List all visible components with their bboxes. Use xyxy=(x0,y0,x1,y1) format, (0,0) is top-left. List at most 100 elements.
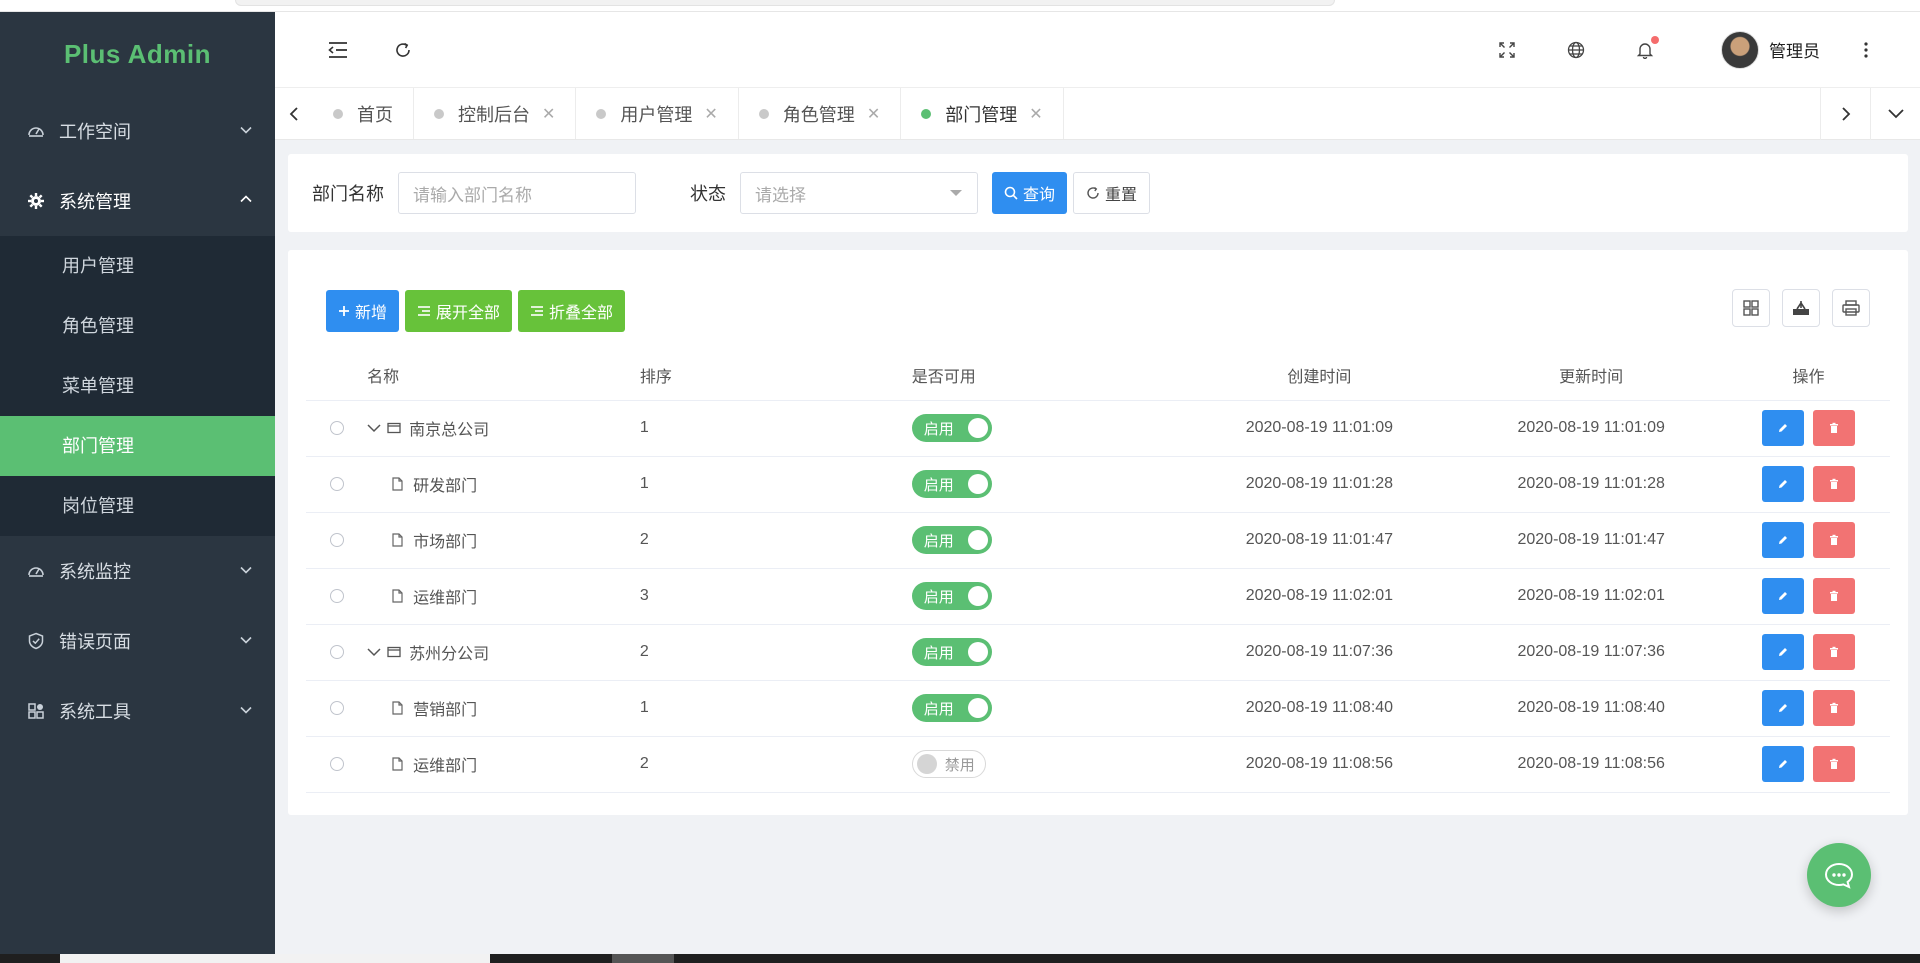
edit-button[interactable] xyxy=(1762,746,1805,782)
sidebar-group-monitor[interactable]: 系统监控 xyxy=(0,536,275,606)
status-text: 启用 xyxy=(923,476,954,494)
add-button[interactable]: 新增 xyxy=(326,290,400,332)
status-cell: 启用 xyxy=(911,512,1184,569)
status-text: 启用 xyxy=(923,700,954,718)
status-text: 启用 xyxy=(923,532,954,550)
sidebar-group-system[interactable]: 系统管理 xyxy=(0,166,275,236)
row-radio[interactable] xyxy=(329,756,344,771)
status-text: 禁用 xyxy=(944,756,975,774)
sidebar-item-departments[interactable]: 部门管理 xyxy=(0,416,275,476)
delete-button[interactable] xyxy=(1812,410,1855,446)
browser-address-bar xyxy=(235,0,1335,6)
row-radio[interactable] xyxy=(329,588,344,603)
edit-button[interactable] xyxy=(1762,466,1805,502)
sidebar-item-menus[interactable]: 菜单管理 xyxy=(0,356,275,416)
row-radio[interactable] xyxy=(329,532,344,547)
delete-button[interactable] xyxy=(1812,746,1855,782)
sidebar-group-label: 工作空间 xyxy=(59,122,131,142)
status-cell: 启用 xyxy=(911,568,1184,625)
chevron-down-icon xyxy=(239,561,253,582)
status-switch[interactable]: 启用 xyxy=(911,694,992,722)
dashboard-icon xyxy=(25,120,47,142)
status-select[interactable]: 请选择 xyxy=(740,172,978,214)
status-switch[interactable]: 启用 xyxy=(911,582,992,610)
collapse-toggle-icon[interactable] xyxy=(367,647,383,657)
status-switch[interactable]: 启用 xyxy=(911,638,992,666)
row-radio[interactable] xyxy=(329,644,344,659)
collapse-toggle-icon[interactable] xyxy=(367,423,383,433)
delete-button[interactable] xyxy=(1812,466,1855,502)
delete-button[interactable] xyxy=(1812,578,1855,614)
updated-cell: 2020-08-19 11:01:47 xyxy=(1455,512,1728,569)
reset-button[interactable]: 重置 xyxy=(1073,172,1151,214)
table-header-row: 名称 排序 是否可用 创建时间 更新时间 操作 xyxy=(306,350,1890,401)
tabs-scroll-right[interactable] xyxy=(1820,88,1870,140)
row-radio[interactable] xyxy=(329,420,344,435)
user-menu[interactable]: 管理员 xyxy=(1721,30,1820,69)
menu-fold-icon[interactable] xyxy=(322,34,354,66)
row-select-cell xyxy=(306,624,368,681)
status-switch[interactable]: 启用 xyxy=(911,470,992,498)
switch-knob xyxy=(967,698,988,718)
header-status: 是否可用 xyxy=(911,350,1184,401)
edit-button[interactable] xyxy=(1762,410,1805,446)
sidebar-group-workspace[interactable]: 工作空间 xyxy=(0,96,275,166)
table-card: 新增 展开全部 折叠全部 名称 排序 是否可用 创建时间 更新时间 操作 南京总… xyxy=(288,250,1908,815)
sidebar-group-tools[interactable]: 系统工具 xyxy=(0,676,275,746)
tab-departments[interactable]: 部门管理 ✕ xyxy=(901,88,1064,139)
row-radio[interactable] xyxy=(329,700,344,715)
delete-button[interactable] xyxy=(1812,690,1855,726)
print-icon[interactable] xyxy=(1832,289,1870,327)
chat-float-button[interactable] xyxy=(1807,843,1871,907)
bell-icon[interactable] xyxy=(1629,34,1661,66)
status-switch[interactable]: 启用 xyxy=(911,526,992,554)
sidebar-item-users[interactable]: 用户管理 xyxy=(0,236,275,296)
sort-cell: 3 xyxy=(639,568,912,625)
tabs-dropdown[interactable] xyxy=(1870,88,1920,140)
expand-all-button[interactable]: 展开全部 xyxy=(405,290,513,332)
collapse-all-button[interactable]: 折叠全部 xyxy=(518,290,626,332)
edit-button[interactable] xyxy=(1762,578,1805,614)
search-icon xyxy=(1004,186,1018,200)
tab-dashboard[interactable]: 控制后台 ✕ xyxy=(414,88,577,139)
tab-label: 部门管理 xyxy=(945,104,1018,125)
columns-icon[interactable] xyxy=(1732,289,1770,327)
tab-users[interactable]: 用户管理 ✕ xyxy=(576,88,739,139)
close-icon[interactable]: ✕ xyxy=(704,104,717,124)
tabs-scroll-left[interactable] xyxy=(275,88,313,139)
status-switch[interactable]: 禁用 xyxy=(911,750,986,778)
ops-cell xyxy=(1727,624,1890,681)
top-header: 管理员 xyxy=(275,12,1920,88)
refresh-icon[interactable] xyxy=(387,34,419,66)
sidebar-item-roles[interactable]: 角色管理 xyxy=(0,296,275,356)
switch-knob xyxy=(967,418,988,438)
more-vertical-icon[interactable] xyxy=(1850,34,1882,66)
row-radio[interactable] xyxy=(329,476,344,491)
avatar xyxy=(1721,30,1759,69)
pencil-icon xyxy=(1779,424,1788,432)
status-text: 启用 xyxy=(923,588,954,606)
edit-button[interactable] xyxy=(1762,634,1805,670)
dept-name-input[interactable]: 请输入部门名称 xyxy=(398,172,636,214)
delete-button[interactable] xyxy=(1812,634,1855,670)
query-button[interactable]: 查询 xyxy=(992,172,1068,214)
pencil-icon xyxy=(1779,760,1788,768)
fullscreen-icon[interactable] xyxy=(1491,34,1523,66)
header-updated: 更新时间 xyxy=(1455,350,1728,401)
close-icon[interactable]: ✕ xyxy=(542,104,555,124)
export-icon[interactable] xyxy=(1782,289,1820,327)
edit-button[interactable] xyxy=(1762,690,1805,726)
sidebar-group-errors[interactable]: 错误页面 xyxy=(0,606,275,676)
close-icon[interactable]: ✕ xyxy=(1029,104,1042,124)
sort-cell: 1 xyxy=(639,400,912,457)
trash-icon xyxy=(1829,590,1838,601)
tab-roles[interactable]: 角色管理 ✕ xyxy=(739,88,902,139)
edit-button[interactable] xyxy=(1762,522,1805,558)
globe-icon[interactable] xyxy=(1560,34,1592,66)
sidebar-group-label: 系统工具 xyxy=(59,702,131,722)
status-switch[interactable]: 启用 xyxy=(911,414,992,442)
close-icon[interactable]: ✕ xyxy=(867,104,880,124)
sidebar-item-posts[interactable]: 岗位管理 xyxy=(0,476,275,536)
delete-button[interactable] xyxy=(1812,522,1855,558)
tab-home[interactable]: 首页 xyxy=(313,88,414,139)
